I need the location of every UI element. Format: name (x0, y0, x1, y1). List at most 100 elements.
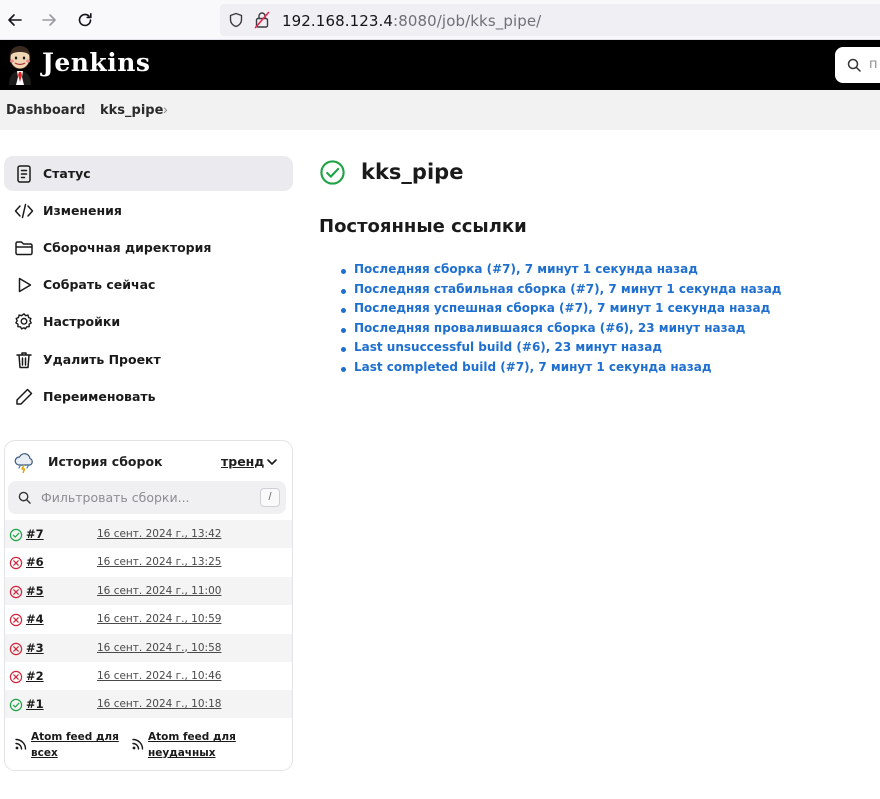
atom-feed-failed-link[interactable]: Atom feed для неудачных (148, 729, 236, 761)
permalink-item[interactable]: Последняя успешная сборка (#7), 7 минут … (341, 301, 782, 321)
sidebar-item-workspace[interactable]: Сборочная директория (4, 230, 293, 265)
failed-status-icon (9, 613, 23, 627)
table-row: #6 16 сент. 2024 г., 13:25 (5, 548, 292, 576)
permalink-item[interactable]: Последняя провалившаяся сборка (#6), 23 … (341, 321, 782, 341)
feed-failed-line1: Atom feed для (148, 731, 236, 743)
build-number-link[interactable]: #6 (26, 555, 44, 569)
table-row: #4 16 сент. 2024 г., 10:59 (5, 605, 292, 633)
failed-status-icon (9, 642, 23, 656)
sidebar-item-label: Переименовать (43, 389, 156, 404)
breadcrumb-job[interactable]: kks_pipe (100, 103, 163, 118)
build-number-link[interactable]: #1 (26, 697, 44, 711)
url-text: 192.168.123.4:8080/job/kks_pipe/ (282, 12, 541, 30)
table-row: #5 16 сент. 2024 г., 11:00 (5, 576, 292, 605)
weather-storm-icon (14, 453, 33, 474)
search-icon (18, 491, 31, 504)
permalink-item[interactable]: Last unsuccessful build (#6), 23 минут н… (341, 340, 782, 360)
permalinks-heading: Постоянные ссылки (319, 216, 527, 237)
chevron-right-icon: › (80, 101, 85, 117)
url-path: :8080/job/kks_pipe/ (393, 12, 542, 30)
reload-button[interactable] (73, 8, 97, 32)
sidebar-item-label: Настройки (43, 314, 121, 329)
permalinks-list: Последняя сборка (#7), 7 минут 1 секунда… (341, 262, 782, 379)
search-icon (847, 58, 861, 72)
back-button[interactable] (3, 8, 27, 32)
sidebar-item-status[interactable]: Статус (4, 156, 293, 191)
build-history-title: История сборок (48, 454, 163, 469)
browser-toolbar: 192.168.123.4:8080/job/kks_pipe/ (0, 0, 880, 40)
rss-icon (15, 738, 27, 750)
sidebar-item-label: Изменения (43, 203, 122, 218)
rss-icon (132, 738, 144, 750)
arrow-right-icon (42, 14, 56, 26)
permalink-item[interactable]: Last completed build (#7), 7 минут 1 сек… (341, 360, 782, 380)
pencil-icon (16, 388, 33, 405)
shield-icon (229, 12, 243, 28)
header-search-input[interactable]: п (835, 47, 880, 83)
sidebar-item-build-now[interactable]: Собрать сейчас (4, 267, 293, 302)
build-number-link[interactable]: #7 (26, 527, 44, 541)
build-date-link[interactable]: 16 сент. 2024 г., 10:46 (97, 670, 221, 682)
address-bar[interactable]: 192.168.123.4:8080/job/kks_pipe/ (220, 4, 880, 36)
code-icon (14, 203, 34, 219)
play-icon (18, 277, 32, 293)
build-date-link[interactable]: 16 сент. 2024 г., 13:25 (97, 556, 221, 568)
sidebar-item-configure[interactable]: Настройки (4, 304, 293, 339)
build-date-link[interactable]: 16 сент. 2024 г., 10:59 (97, 613, 221, 625)
failed-status-icon (9, 670, 23, 684)
forward-button[interactable] (37, 8, 61, 32)
build-filter-input[interactable]: Фильтровать сборки... / (8, 481, 286, 514)
success-check-icon (320, 160, 345, 185)
jenkins-brand[interactable]: Jenkins (42, 48, 150, 77)
url-host: 192.168.123.4 (282, 12, 394, 30)
feed-failed-line2: неудачных (148, 747, 216, 759)
failed-status-icon (9, 585, 23, 599)
sidebar-item-label: Статус (43, 166, 91, 181)
permalink-item[interactable]: Последняя сборка (#7), 7 минут 1 секунда… (341, 262, 782, 282)
keyboard-shortcut-hint: / (260, 488, 280, 507)
insecure-lock-icon (254, 11, 270, 29)
failed-status-icon (9, 556, 23, 570)
build-filter-placeholder: Фильтровать сборки... (41, 490, 190, 505)
success-status-icon (9, 528, 23, 542)
build-date-link[interactable]: 16 сент. 2024 г., 13:42 (97, 528, 221, 540)
gear-icon (15, 313, 32, 330)
build-number-link[interactable]: #4 (26, 612, 44, 626)
chevron-down-icon[interactable] (266, 456, 278, 468)
jenkins-header: Jenkins (0, 40, 880, 90)
build-number-link[interactable]: #2 (26, 669, 44, 683)
page-title: kks_pipe (361, 160, 464, 184)
jenkins-logo-icon[interactable] (4, 44, 36, 86)
build-date-link[interactable]: 16 сент. 2024 г., 11:00 (97, 585, 221, 597)
trend-link[interactable]: тренд (221, 454, 264, 469)
build-date-link[interactable]: 16 сент. 2024 г., 10:18 (97, 698, 221, 710)
permalink-item[interactable]: Последняя стабильная сборка (#7), 7 мину… (341, 282, 782, 302)
sidebar-item-label: Сборочная директория (43, 240, 212, 255)
table-row: #7 16 сент. 2024 г., 13:42 (5, 520, 292, 548)
sidebar-item-label: Собрать сейчас (43, 277, 156, 292)
atom-feed-all-link[interactable]: Atom feed для всех (31, 729, 119, 761)
sidebar-item-rename[interactable]: Переименовать (4, 379, 293, 414)
breadcrumb-dashboard[interactable]: Dashboard (6, 103, 85, 118)
sidebar-item-label: Удалить Проект (43, 352, 161, 367)
sidebar-item-changes[interactable]: Изменения (4, 193, 293, 228)
trash-icon (16, 352, 32, 369)
breadcrumb: Dashboard › kks_pipe › (0, 90, 880, 130)
sidebar-item-delete[interactable]: Удалить Проект (4, 342, 293, 377)
folder-icon (15, 241, 33, 256)
feed-all-line1: Atom feed для (31, 731, 119, 743)
reload-icon (78, 13, 92, 27)
build-date-link[interactable]: 16 сент. 2024 г., 10:58 (97, 642, 221, 654)
build-number-link[interactable]: #3 (26, 641, 44, 655)
table-row: #2 16 сент. 2024 г., 10:46 (5, 662, 292, 690)
document-icon (17, 165, 31, 183)
arrow-left-icon (8, 14, 22, 26)
table-row: #3 16 сент. 2024 г., 10:58 (5, 633, 292, 662)
build-number-link[interactable]: #5 (26, 584, 44, 598)
header-search-placeholder: п (869, 57, 878, 72)
feed-all-line2: всех (31, 747, 58, 759)
table-row: #1 16 сент. 2024 г., 10:18 (5, 690, 292, 719)
success-status-icon (9, 698, 23, 712)
build-history-panel: История сборок тренд Фильтровать сборки.… (4, 440, 293, 771)
chevron-right-icon[interactable]: › (163, 101, 168, 117)
